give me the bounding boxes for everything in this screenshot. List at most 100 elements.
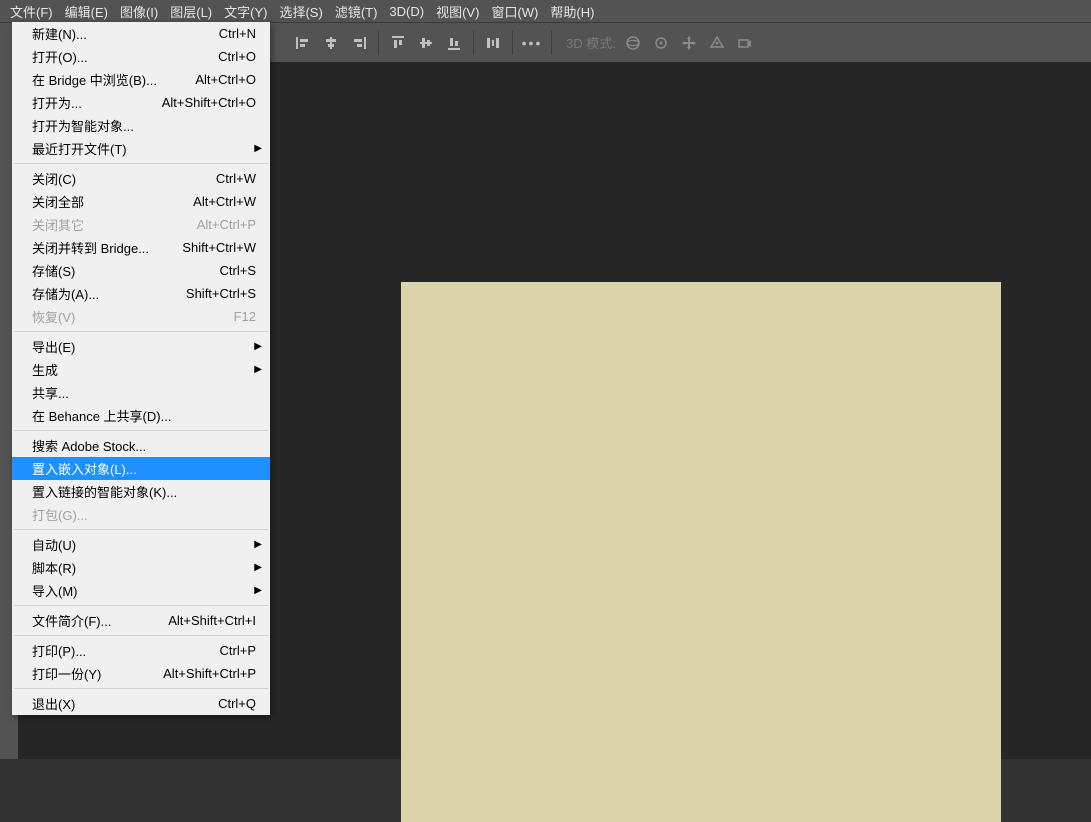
menu-item[interactable]: 关闭全部 Alt+Ctrl+W <box>12 190 270 213</box>
menu-item[interactable]: 置入链接的智能对象(K)... <box>12 480 270 503</box>
menu-item-label: 关闭全部 <box>32 192 181 211</box>
menu-3d[interactable]: 3D(D) <box>383 2 430 21</box>
menu-item[interactable]: 导入(M)▶ <box>12 579 270 602</box>
menu-item-shortcut: Alt+Ctrl+W <box>193 194 256 209</box>
menu-item-label: 在 Behance 上共享(D)... <box>32 406 256 425</box>
menu-item[interactable]: 搜索 Adobe Stock... <box>12 434 270 457</box>
menu-item-label: 置入链接的智能对象(K)... <box>32 482 256 501</box>
menu-filter[interactable]: 滤镜(T) <box>329 0 384 23</box>
align-left-icon[interactable] <box>292 32 314 54</box>
menu-item[interactable]: 脚本(R)▶ <box>12 556 270 579</box>
menu-item[interactable]: 文件简介(F)...Alt+Shift+Ctrl+I <box>12 609 270 632</box>
menu-separator <box>14 605 268 606</box>
menu-item-label: 文件简介(F)... <box>32 611 156 630</box>
menu-help[interactable]: 帮助(H) <box>544 0 600 23</box>
distribute-bottom-icon[interactable] <box>443 32 465 54</box>
distribute-top-icon[interactable] <box>387 32 409 54</box>
menu-type[interactable]: 文字(Y) <box>218 0 273 23</box>
menu-item[interactable]: 存储为(A)...Shift+Ctrl+S <box>12 282 270 305</box>
menu-edit[interactable]: 编辑(E) <box>59 0 114 23</box>
align-right-icon[interactable] <box>348 32 370 54</box>
submenu-arrow-icon: ▶ <box>254 585 262 596</box>
menu-item[interactable]: 最近打开文件(T)▶ <box>12 137 270 160</box>
menu-item-label: 在 Bridge 中浏览(B)... <box>32 70 183 89</box>
menu-item-label: 打开为智能对象... <box>32 116 256 135</box>
separator <box>551 31 552 55</box>
menu-item-label: 打印(P)... <box>32 641 208 660</box>
menu-item[interactable]: 退出(X) Ctrl+Q <box>12 692 270 715</box>
menu-item[interactable]: 打开为智能对象... <box>12 114 270 137</box>
submenu-arrow-icon: ▶ <box>254 364 262 375</box>
3d-slide-icon[interactable] <box>706 32 728 54</box>
3d-pan-icon[interactable] <box>678 32 700 54</box>
distribute-center-v-icon[interactable] <box>415 32 437 54</box>
menu-item-label: 共享... <box>32 383 256 402</box>
submenu-arrow-icon: ▶ <box>254 562 262 573</box>
menu-item-label: 生成 <box>32 360 256 379</box>
distribute-spacing-icon[interactable] <box>482 32 504 54</box>
3d-mode-label: 3D 模式: <box>566 33 616 52</box>
menu-item-label: 最近打开文件(T) <box>32 139 256 158</box>
menu-item-label: 置入嵌入对象(L)... <box>32 459 256 478</box>
submenu-arrow-icon: ▶ <box>254 341 262 352</box>
menu-item[interactable]: 关闭并转到 Bridge... Shift+Ctrl+W <box>12 236 270 259</box>
more-options-icon[interactable]: ••• <box>521 32 543 54</box>
menu-item-label: 关闭其它 <box>32 215 185 234</box>
menu-item: 关闭其它Alt+Ctrl+P <box>12 213 270 236</box>
menu-select[interactable]: 选择(S) <box>273 0 328 23</box>
menu-item[interactable]: 打印(P)... Ctrl+P <box>12 639 270 662</box>
menu-item-shortcut: Ctrl+W <box>216 171 256 186</box>
menu-item[interactable]: 生成▶ <box>12 358 270 381</box>
menu-item[interactable]: 导出(E)▶ <box>12 335 270 358</box>
menu-item-shortcut: Ctrl+P <box>220 643 256 658</box>
3d-roll-icon[interactable] <box>650 32 672 54</box>
menu-separator <box>14 430 268 431</box>
menu-image[interactable]: 图像(I) <box>114 0 164 23</box>
separator <box>378 31 379 55</box>
menu-item-label: 打包(G)... <box>32 505 256 524</box>
menubar: 文件(F) 编辑(E) 图像(I) 图层(L) 文字(Y) 选择(S) 滤镜(T… <box>0 0 1091 22</box>
menu-item[interactable]: 关闭(C) Ctrl+W <box>12 167 270 190</box>
menu-view[interactable]: 视图(V) <box>430 0 485 23</box>
menu-item-label: 关闭(C) <box>32 169 204 188</box>
menu-item-label: 打开为... <box>32 93 150 112</box>
menu-separator <box>14 331 268 332</box>
menu-item: 打包(G)... <box>12 503 270 526</box>
menu-item[interactable]: 存储(S)Ctrl+S <box>12 259 270 282</box>
menu-item-shortcut: Shift+Ctrl+W <box>182 240 256 255</box>
menu-layer[interactable]: 图层(L) <box>164 0 218 23</box>
menu-item-label: 新建(N)... <box>32 24 207 43</box>
menu-item: 恢复(V)F12 <box>12 305 270 328</box>
menu-item-shortcut: F12 <box>234 309 256 324</box>
document-canvas[interactable] <box>401 282 1001 822</box>
menu-item-label: 打印一份(Y) <box>32 664 151 683</box>
menu-item-shortcut: Ctrl+Q <box>218 696 256 711</box>
menu-item[interactable]: 打开为... Alt+Shift+Ctrl+O <box>12 91 270 114</box>
menu-item-label: 脚本(R) <box>32 558 256 577</box>
menu-item-label: 退出(X) <box>32 694 206 713</box>
menu-item[interactable]: 打开(O)... Ctrl+O <box>12 45 270 68</box>
menu-item-label: 关闭并转到 Bridge... <box>32 238 170 257</box>
menu-item-label: 导出(E) <box>32 337 256 356</box>
menu-separator <box>14 635 268 636</box>
menu-item-label: 打开(O)... <box>32 47 206 66</box>
3d-orbit-icon[interactable] <box>622 32 644 54</box>
menu-item[interactable]: 置入嵌入对象(L)... <box>12 457 270 480</box>
3d-camera-icon[interactable] <box>734 32 756 54</box>
menu-item[interactable]: 自动(U)▶ <box>12 533 270 556</box>
menu-item[interactable]: 共享... <box>12 381 270 404</box>
menu-item[interactable]: 在 Behance 上共享(D)... <box>12 404 270 427</box>
menu-item[interactable]: 新建(N)...Ctrl+N <box>12 22 270 45</box>
menu-item-shortcut: Shift+Ctrl+S <box>186 286 256 301</box>
menu-item-shortcut: Alt+Shift+Ctrl+O <box>162 95 256 110</box>
menu-item[interactable]: 在 Bridge 中浏览(B)...Alt+Ctrl+O <box>12 68 270 91</box>
menu-item-label: 搜索 Adobe Stock... <box>32 436 256 455</box>
menu-separator <box>14 163 268 164</box>
menu-item-shortcut: Ctrl+O <box>218 49 256 64</box>
menu-file[interactable]: 文件(F) <box>4 0 59 23</box>
submenu-arrow-icon: ▶ <box>254 539 262 550</box>
menu-item-shortcut: Alt+Shift+Ctrl+P <box>163 666 256 681</box>
menu-item[interactable]: 打印一份(Y) Alt+Shift+Ctrl+P <box>12 662 270 685</box>
align-center-h-icon[interactable] <box>320 32 342 54</box>
menu-window[interactable]: 窗口(W) <box>485 0 544 23</box>
